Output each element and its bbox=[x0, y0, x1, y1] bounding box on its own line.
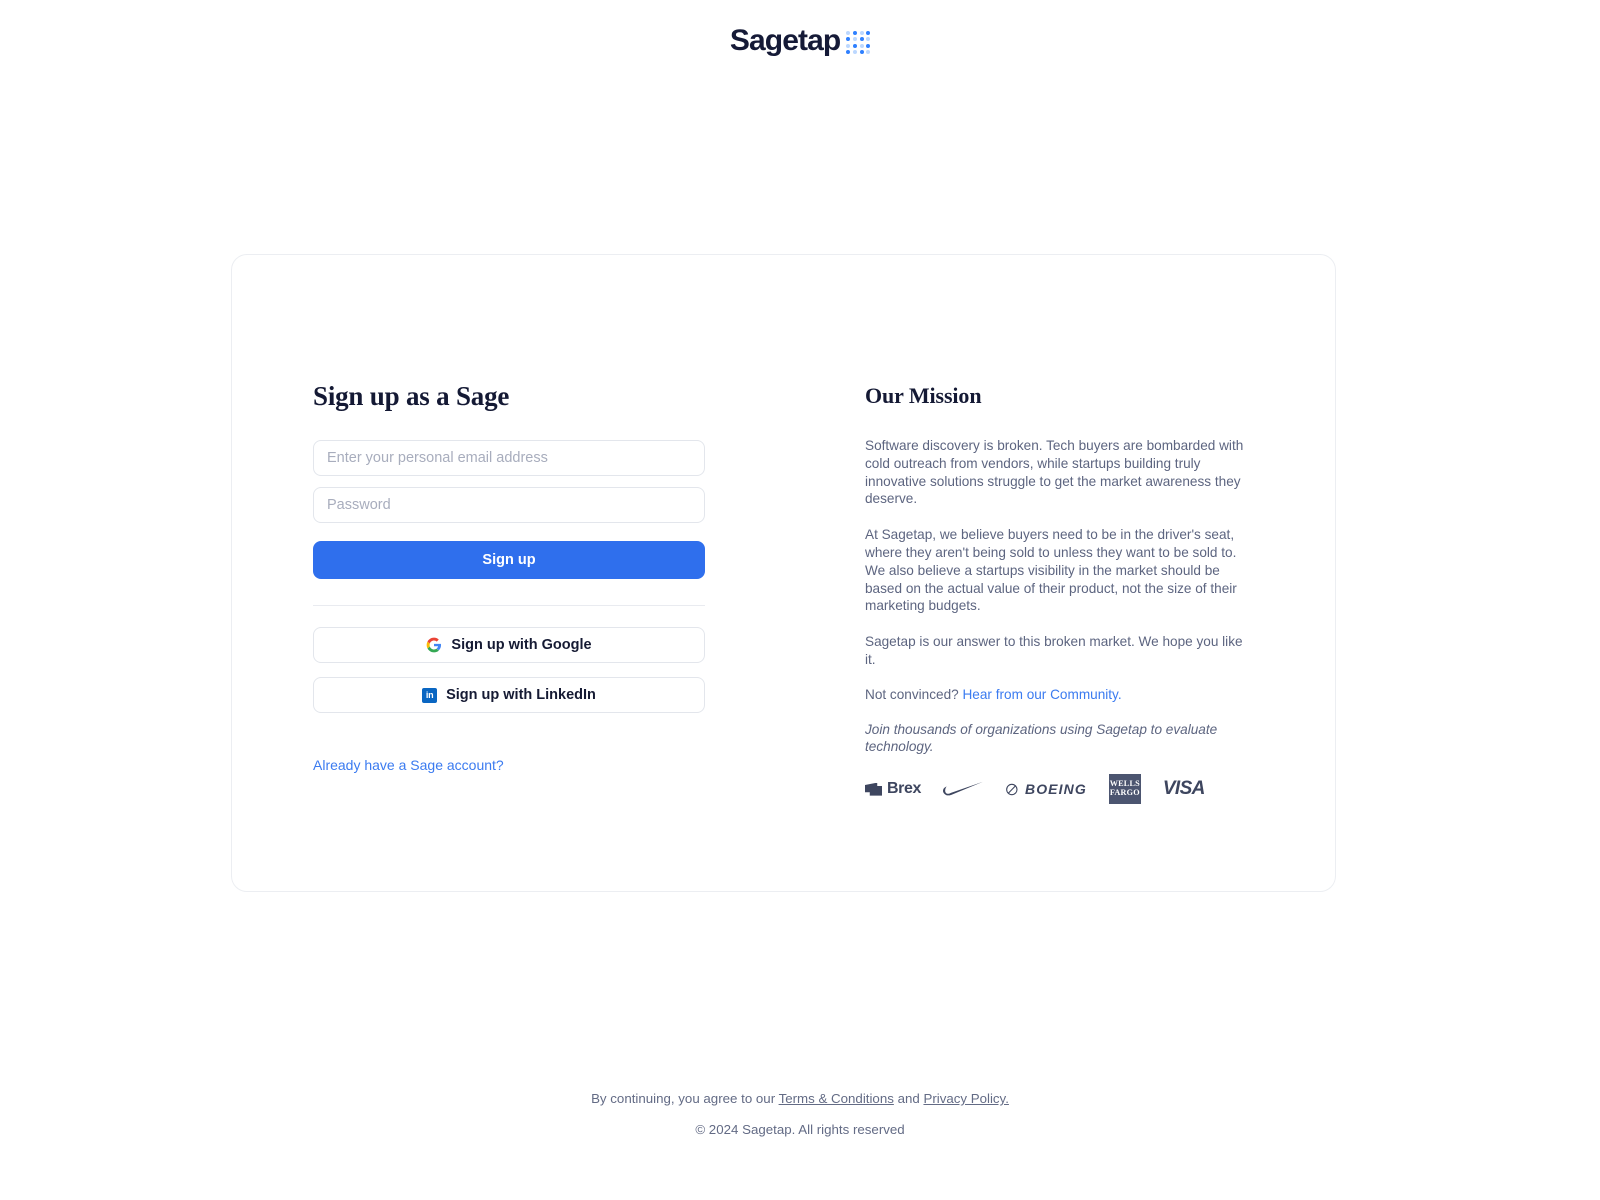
logo-wordmark: Sagetap bbox=[729, 24, 841, 57]
sign-up-with-google-button[interactable]: Sign up with Google bbox=[313, 627, 705, 663]
consent-prefix: By continuing, you agree to our bbox=[591, 1091, 779, 1106]
mission-tagline-text: Join thousands of organizations using Sa… bbox=[865, 721, 1218, 755]
nike-swoosh-logo bbox=[942, 781, 983, 797]
boeing-mark-icon bbox=[1006, 783, 1018, 795]
privacy-link[interactable]: Privacy Policy. bbox=[923, 1091, 1008, 1106]
brex-logo: Brex bbox=[865, 780, 921, 798]
not-convinced-text: Not convinced? bbox=[865, 686, 963, 702]
sagetap-dot-grid-icon bbox=[846, 30, 871, 55]
mission-paragraph-1: Software discovery is broken. Tech buyer… bbox=[865, 438, 1244, 507]
mission-title: Our Mission bbox=[865, 383, 982, 408]
password-field[interactable] bbox=[313, 487, 705, 523]
email-field[interactable] bbox=[313, 440, 705, 476]
linkedin-button-label: Sign up with LinkedIn bbox=[446, 687, 596, 703]
sagetap-logo[interactable]: Sagetap bbox=[729, 24, 871, 57]
sign-up-with-linkedin-button[interactable]: in Sign up with LinkedIn bbox=[313, 677, 705, 713]
brex-label: Brex bbox=[887, 780, 921, 798]
google-g-icon bbox=[427, 637, 442, 653]
linkedin-icon: in bbox=[422, 687, 438, 703]
visa-logo: VISA bbox=[1162, 778, 1206, 800]
visa-label: VISA bbox=[1162, 778, 1206, 800]
site-header: Sagetap bbox=[0, 0, 1600, 56]
nike-swoosh-icon bbox=[942, 781, 983, 796]
consent-line: By continuing, you agree to our Terms & … bbox=[0, 1088, 1600, 1110]
consent-middle: and bbox=[893, 1091, 924, 1106]
boeing-logo: BOEING bbox=[1005, 781, 1087, 797]
wells-fargo-logo: WELLS FARGO bbox=[1108, 774, 1141, 805]
sign-up-button[interactable]: Sign up bbox=[313, 541, 705, 579]
not-convinced-line: Not convinced? Hear from our Community. bbox=[865, 686, 1255, 704]
community-link[interactable]: Hear from our Community. bbox=[962, 687, 1121, 702]
boeing-label: BOEING bbox=[1024, 781, 1087, 798]
terms-link[interactable]: Terms & Conditions bbox=[779, 1091, 894, 1106]
mission-paragraph-3: Sagetap is our answer to this broken mar… bbox=[865, 634, 1243, 667]
page-footer: By continuing, you agree to our Terms & … bbox=[0, 1088, 1600, 1137]
mission-tagline: Join thousands of organizations using Sa… bbox=[865, 721, 1255, 757]
mission-paragraph-2: At Sagetap, we believe buyers need to be… bbox=[865, 527, 1237, 614]
brex-mark-icon bbox=[865, 782, 882, 796]
copyright-line: © 2024 Sagetap. All rights reserved bbox=[695, 1122, 905, 1137]
existing-account-link[interactable]: Already have a Sage account? bbox=[313, 757, 504, 773]
signup-column: Sign up as a Sage Sign up Sign up with G… bbox=[313, 381, 705, 804]
page-title: Sign up as a Sage bbox=[313, 381, 510, 411]
mission-column: Our Mission Software discovery is broken… bbox=[865, 383, 1265, 805]
signup-card: Sign up as a Sage Sign up Sign up with G… bbox=[231, 254, 1336, 892]
customer-logos: Brex BOEING WELLS FARGO VISA bbox=[865, 774, 1265, 805]
form-divider bbox=[313, 605, 705, 606]
google-button-label: Sign up with Google bbox=[451, 637, 592, 653]
wells-fargo-line-2: FARGO bbox=[1109, 788, 1140, 798]
linkedin-glyph: in bbox=[425, 689, 434, 700]
